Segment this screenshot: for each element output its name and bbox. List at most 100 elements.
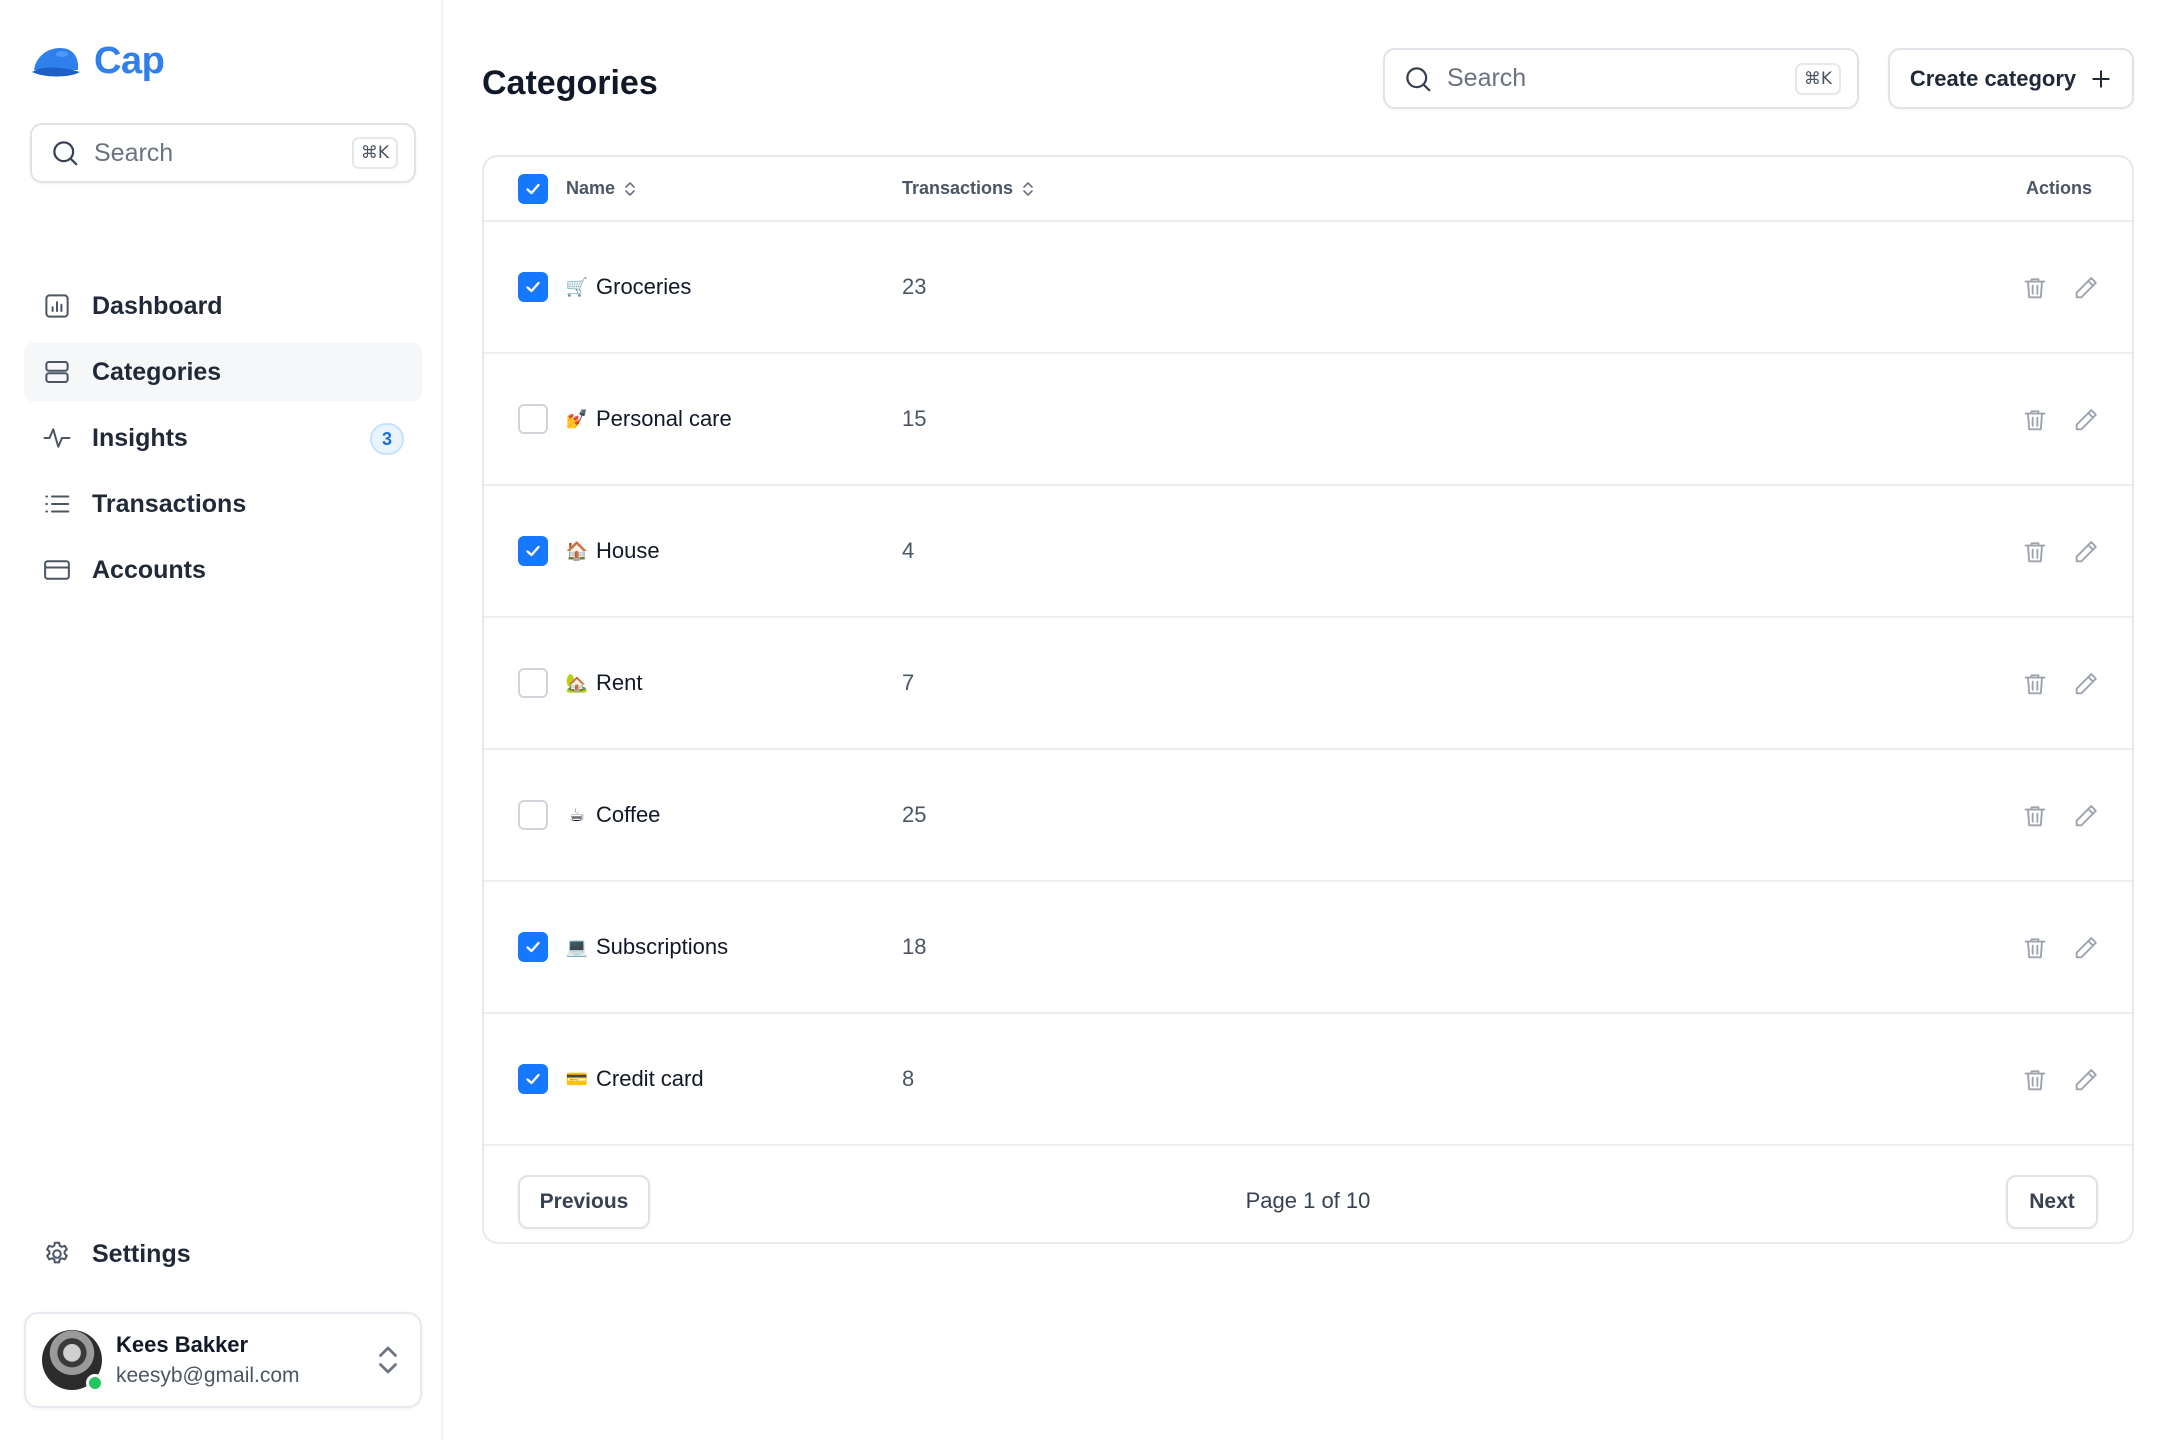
category-name: Credit card: [596, 1066, 704, 1091]
column-label: Transactions: [902, 178, 1014, 198]
check-icon: [526, 281, 540, 293]
sort-icon: [625, 181, 635, 196]
row-checkbox[interactable]: [518, 800, 548, 830]
row-checkbox[interactable]: [518, 272, 548, 302]
transaction-count: 7: [902, 670, 915, 695]
table-row[interactable]: 💳 Credit card 8: [484, 1014, 2132, 1146]
check-icon: [526, 1073, 540, 1085]
category-name: House: [596, 538, 660, 563]
transaction-count: 8: [902, 1066, 915, 1091]
check-icon: [526, 941, 540, 953]
sidebar-item-categories[interactable]: Categories: [24, 342, 422, 402]
table-row[interactable]: 💅 Personal care 15: [484, 354, 2132, 486]
row-checkbox[interactable]: [518, 1064, 548, 1094]
column-header-name[interactable]: Name: [566, 157, 637, 220]
sort-icon: [1023, 181, 1033, 196]
user-menu[interactable]: Kees Bakker keesyb@gmail.com: [24, 1312, 422, 1408]
check-icon: [526, 545, 540, 557]
row-checkbox[interactable]: [518, 404, 548, 434]
row-checkbox[interactable]: [518, 536, 548, 566]
stack-icon: [45, 361, 69, 383]
column-label: Name: [566, 178, 616, 198]
table-header: Name Transactions Actions: [484, 157, 2132, 222]
create-category-label: Create category: [1909, 65, 2077, 91]
pagination: Previous Page 1 of 10 Next: [484, 1158, 2132, 1242]
category-name-cell: 💻 Subscriptions: [566, 882, 728, 1012]
check-icon: [526, 183, 540, 195]
shortcut-badge: ⌘K: [1794, 62, 1841, 95]
trash-icon[interactable]: [2021, 406, 2049, 434]
search-placeholder: Search: [94, 138, 174, 167]
category-emoji-icon: 💅: [565, 408, 589, 430]
row-checkbox[interactable]: [518, 932, 548, 962]
sidebar-item-dashboard[interactable]: Dashboard: [24, 276, 422, 336]
table-row[interactable]: 💻 Subscriptions 18: [484, 882, 2132, 1014]
trash-icon[interactable]: [2021, 538, 2049, 566]
pencil-icon[interactable]: [2072, 670, 2100, 698]
category-emoji-icon: 💳: [565, 1068, 589, 1090]
header-search-input[interactable]: Search ⌘K: [1383, 48, 1859, 109]
sidebar-search-input[interactable]: Search ⌘K: [30, 123, 416, 183]
app-name: Cap: [94, 40, 165, 82]
category-name-cell: 🏡 Rent: [566, 618, 643, 748]
app-logo[interactable]: Cap: [30, 40, 165, 83]
select-all-checkbox[interactable]: [518, 174, 548, 204]
category-name-cell: 🏠 House: [566, 486, 660, 616]
categories-table: Name Transactions Actions 🛒 Groceries 23…: [482, 155, 2134, 1244]
next-label: Next: [2029, 1190, 2075, 1213]
trash-icon[interactable]: [2021, 934, 2049, 962]
pencil-icon[interactable]: [2072, 1066, 2100, 1094]
sidebar-item-accounts[interactable]: Accounts: [24, 540, 422, 600]
category-name: Coffee: [596, 802, 661, 827]
sidebar-item-label: Accounts: [92, 555, 206, 584]
avatar: [42, 1330, 104, 1392]
page-info: Page 1 of 10: [1245, 1188, 1371, 1213]
transaction-count: 15: [902, 406, 927, 431]
chevron-up-down-icon: [379, 1346, 397, 1374]
table-row[interactable]: ☕ Coffee 25: [484, 750, 2132, 882]
column-header-actions: Actions: [2026, 157, 2092, 220]
next-page-button[interactable]: Next: [2006, 1175, 2098, 1229]
table-body: 🛒 Groceries 23 💅 Personal care 15 🏠 Hous…: [484, 222, 2132, 1146]
trash-icon[interactable]: [2021, 670, 2049, 698]
page-title: Categories: [482, 64, 658, 102]
sidebar-item-settings[interactable]: Settings: [24, 1224, 422, 1284]
category-name-cell: 💅 Personal care: [566, 354, 732, 484]
sidebar-nav: Dashboard Categories Insights 3 Transact…: [24, 276, 422, 606]
chart-icon: [45, 294, 69, 318]
pencil-icon[interactable]: [2072, 538, 2100, 566]
pencil-icon[interactable]: [2072, 274, 2100, 302]
sidebar-item-label: Dashboard: [92, 291, 223, 320]
sidebar-item-label: Transactions: [92, 489, 247, 518]
trash-icon[interactable]: [2021, 802, 2049, 830]
trash-icon[interactable]: [2021, 274, 2049, 302]
pencil-icon[interactable]: [2072, 934, 2100, 962]
table-row[interactable]: 🏠 House 4: [484, 486, 2132, 618]
sidebar-item-transactions[interactable]: Transactions: [24, 474, 422, 534]
settings-section: Settings: [24, 1224, 422, 1290]
user-email: keesyb@gmail.com: [116, 1364, 300, 1387]
category-name-cell: 🛒 Groceries: [566, 222, 692, 352]
pencil-icon[interactable]: [2072, 802, 2100, 830]
category-name-cell: 💳 Credit card: [566, 1014, 704, 1144]
plus-icon: [2092, 69, 2110, 88]
sidebar-item-label: Categories: [92, 357, 222, 386]
trash-icon[interactable]: [2021, 1066, 2049, 1094]
sidebar-item-insights[interactable]: Insights 3: [24, 408, 422, 468]
table-row[interactable]: 🛒 Groceries 23: [484, 222, 2132, 354]
column-header-transactions[interactable]: Transactions: [902, 157, 1035, 220]
column-label: Actions: [2026, 178, 2093, 198]
row-checkbox[interactable]: [518, 668, 548, 698]
table-row[interactable]: 🏡 Rent 7: [484, 618, 2132, 750]
online-status-indicator: [86, 1374, 104, 1392]
user-info: Kees Bakker keesyb@gmail.com: [116, 1332, 376, 1388]
insights-count-badge: 3: [370, 423, 404, 455]
search-icon: [1406, 66, 1431, 91]
create-category-button[interactable]: Create category: [1888, 48, 2134, 109]
category-emoji-icon: 🏠: [565, 540, 589, 562]
cap-logo-icon: [32, 47, 80, 76]
pencil-icon[interactable]: [2072, 406, 2100, 434]
sidebar: Cap Search ⌘K Dashboard Categories Insig…: [0, 0, 443, 1440]
category-emoji-icon: 💻: [565, 936, 589, 958]
category-emoji-icon: ☕: [568, 804, 586, 826]
